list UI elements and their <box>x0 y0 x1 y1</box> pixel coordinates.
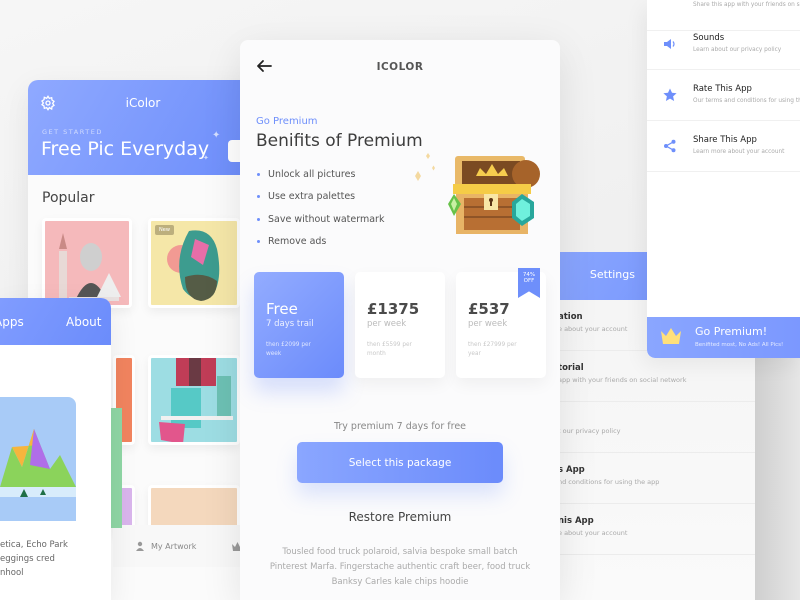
benefit-item: Remove ads <box>257 231 384 254</box>
artwork-thumb[interactable]: New <box>148 218 240 308</box>
bullet-icon <box>257 195 260 199</box>
settings-row-sounds[interactable]: Sounds Learn about our privacy policy <box>647 19 800 70</box>
bullet-icon <box>257 217 260 221</box>
artwork-thumb[interactable] <box>148 355 240 445</box>
sparkle-icon: ✦ <box>212 130 221 141</box>
tab-about[interactable]: About <box>66 315 101 329</box>
settings-row[interactable]: torial app with your friends on social n… <box>560 351 755 402</box>
hero-kicker: GET STARTED <box>42 128 103 136</box>
shelf-art-image <box>159 358 233 442</box>
settings-title: Settings <box>589 268 635 281</box>
nav-my-artwork[interactable]: My Artwork <box>151 542 196 551</box>
premium-screen: ICOLOR Go Premium Benifits of Premium Un… <box>240 40 560 600</box>
about-tab-bar: Apps About <box>0 298 111 345</box>
tab-apps[interactable]: Apps <box>0 315 24 329</box>
lowpoly-mountain-image[interactable] <box>0 397 76 521</box>
bullet-icon <box>257 172 260 176</box>
go-premium-kicker: Go Premium <box>256 116 318 127</box>
benefit-item: Use extra palettes <box>257 186 384 209</box>
footer-text: Tousled food truck polaroid, salvia besp… <box>269 547 531 587</box>
about-description: etica, Echo Park eggings cred nhool <box>0 540 68 578</box>
restore-premium-link[interactable]: Restore Premium <box>240 510 560 524</box>
about-screen: Apps About etica, Echo Park eggings cred… <box>0 298 111 600</box>
background-shade <box>755 358 800 600</box>
settings-row[interactable]: t our privacy policy <box>560 402 755 453</box>
select-package-button[interactable]: Select this package <box>297 442 503 483</box>
benefit-item: Unlock all pictures <box>257 163 384 186</box>
crown-icon <box>661 328 681 344</box>
benefits-heading: Benifits of Premium <box>256 131 423 151</box>
settings-screen-front: Share this app with your friends on soci… <box>647 0 800 358</box>
settings-row[interactable]: s App nd conditions for using the app <box>560 453 755 504</box>
bottom-nav: My Artwork <box>113 525 258 567</box>
user-icon <box>136 541 144 551</box>
benefit-item: Save without watermark <box>257 208 384 231</box>
go-premium-banner[interactable]: Go Premium! Benifited most, No Ads! All … <box>647 317 800 358</box>
section-title-popular: Popular <box>42 190 95 206</box>
trial-text: Try premium 7 days for free <box>333 421 467 432</box>
share-icon <box>664 139 676 153</box>
artwork-thumb[interactable] <box>42 218 132 308</box>
hero-title: Free Pic Everyday <box>41 138 210 160</box>
benefits-list: Unlock all pictures Use extra palettes S… <box>257 163 384 253</box>
plan-card-weekly[interactable]: £1375 per week then £5599 per month <box>355 272 445 378</box>
mountain-illustration <box>0 429 76 497</box>
settings-row[interactable]: nis App e about your account <box>560 504 755 555</box>
settings-row-rate[interactable]: Rate This App Our terms and conditions f… <box>647 70 800 121</box>
settings-row-share[interactable]: Share This App Learn more about your acc… <box>647 121 800 172</box>
sparkle-icon: ✦ <box>203 154 209 162</box>
plan-card-yearly[interactable]: 74% OFF £537 per week then £27999 per ye… <box>456 268 546 378</box>
app-title: iColor <box>125 96 161 110</box>
page-title: ICOLOR <box>376 61 424 73</box>
treasure-chest-illustration <box>415 153 540 234</box>
home-hero: iColor GET STARTED Free Pic Everyday ✦ ✦ <box>28 80 258 175</box>
sculpture-image <box>59 233 121 301</box>
plan-card-free[interactable]: Free 7 days trail then £2099 per week <box>254 272 344 378</box>
speaker-icon <box>664 39 675 49</box>
bullet-icon <box>257 240 260 244</box>
discount-ribbon: 74% OFF <box>518 268 540 298</box>
new-badge: New <box>155 225 174 235</box>
star-icon <box>663 88 677 101</box>
